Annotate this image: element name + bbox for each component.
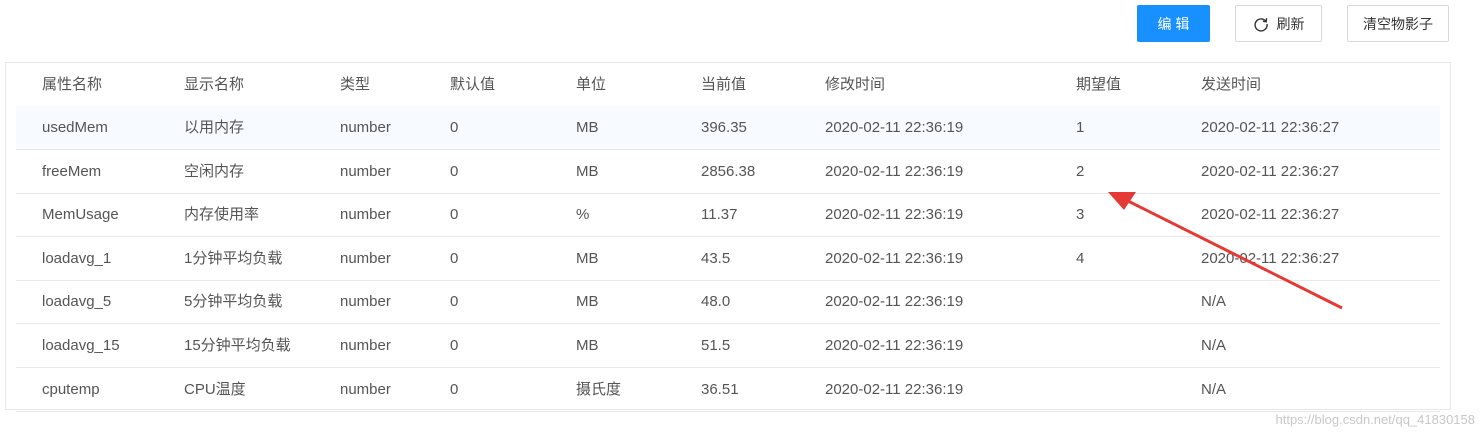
- cell-send-time: 2020-02-11 22:36:27: [1201, 206, 1340, 224]
- cell-send-time: N/A: [1201, 337, 1227, 354]
- watermark-text: https://blog.csdn.net/qq_41830158: [1275, 412, 1476, 427]
- header-unit: 单位: [576, 76, 607, 93]
- header-expected-value: 期望值: [1076, 76, 1122, 93]
- cell-default-value: 0: [450, 337, 459, 354]
- header-type: 类型: [340, 76, 371, 93]
- cell-property-name: loadavg_1: [42, 249, 112, 267]
- refresh-icon: [1253, 17, 1268, 32]
- table-row[interactable]: loadavg_15 15分钟平均负载 number 0 MB 51.5 2020-02-1…: [16, 324, 1440, 368]
- cell-expected-value: 2: [1076, 162, 1085, 180]
- property-table: 属性名称 显示名称 类型 默认值 单位 当前值 修改时间 期望值 发送时间 us…: [5, 62, 1451, 412]
- cell-unit: MB: [576, 337, 599, 354]
- cell-send-time: 2020-02-11 22:36:27: [1201, 249, 1340, 267]
- cell-current-value: 396.35: [701, 119, 747, 136]
- cell-type: number: [340, 337, 391, 354]
- cell-current-value: 2856.38: [701, 162, 756, 180]
- edit-button[interactable]: 编 辑: [1137, 5, 1210, 42]
- cell-current-value: 43.5: [701, 249, 731, 267]
- header-default-value: 默认值: [450, 76, 496, 93]
- cell-default-value: 0: [450, 380, 459, 398]
- header-send-time: 发送时间: [1201, 76, 1262, 93]
- cell-unit: %: [576, 206, 590, 224]
- cell-property-name: cputemp: [42, 380, 100, 398]
- cell-type: number: [340, 119, 391, 136]
- cell-modified-time: 2020-02-11 22:36:19: [825, 119, 964, 136]
- cell-display-name: 空闲内存: [184, 162, 245, 180]
- table-row[interactable]: cputemp CPU温度 number 0 摄氏度 36.51 2020-02-11 22…: [16, 368, 1440, 412]
- cell-send-time: 2020-02-11 22:36:27: [1201, 162, 1340, 180]
- cell-display-name: 15分钟平均负载: [184, 337, 291, 354]
- cell-expected-value: 3: [1076, 206, 1085, 224]
- header-display-name: 显示名称: [184, 76, 245, 93]
- cell-property-name: usedMem: [42, 119, 108, 136]
- cell-property-name: freeMem: [42, 162, 102, 180]
- cell-modified-time: 2020-02-11 22:36:19: [825, 380, 964, 398]
- cell-unit: MB: [576, 119, 599, 136]
- cell-type: number: [340, 293, 391, 311]
- header-property-name: 属性名称: [42, 76, 103, 93]
- table-row[interactable]: usedMem 以用内存 number 0 MB 396.35 2020-02-11 22:…: [16, 106, 1440, 150]
- cell-property-name: loadavg_5: [42, 293, 112, 311]
- cell-display-name: 5分钟平均负载: [184, 293, 283, 311]
- table-row[interactable]: loadavg_1 1分钟平均负载 number 0 MB 43.5 2020-02-11 …: [16, 237, 1440, 281]
- cell-send-time: N/A: [1201, 293, 1227, 311]
- clear-shadow-button-label: 清空物影子: [1363, 15, 1433, 32]
- cell-send-time: N/A: [1201, 380, 1227, 398]
- cell-current-value: 48.0: [701, 293, 731, 311]
- cell-display-name: 内存使用率: [184, 206, 260, 224]
- table-row[interactable]: freeMem 空闲内存 number 0 MB 2856.38 2020-02-11 22…: [16, 150, 1440, 194]
- cell-modified-time: 2020-02-11 22:36:19: [825, 162, 964, 180]
- cell-type: number: [340, 206, 391, 224]
- cell-display-name: 以用内存: [184, 119, 245, 136]
- cell-unit: MB: [576, 162, 599, 180]
- refresh-button-label: 刷新: [1276, 15, 1305, 32]
- cell-default-value: 0: [450, 293, 459, 311]
- cell-type: number: [340, 249, 391, 267]
- cell-display-name: CPU温度: [184, 380, 246, 398]
- cell-current-value: 11.37: [701, 206, 738, 224]
- cell-display-name: 1分钟平均负载: [184, 249, 283, 267]
- table-header: 属性名称 显示名称 类型 默认值 单位 当前值 修改时间 期望值 发送时间: [16, 63, 1440, 107]
- cell-modified-time: 2020-02-11 22:36:19: [825, 293, 964, 311]
- cell-default-value: 0: [450, 206, 459, 224]
- cell-current-value: 36.51: [701, 380, 739, 398]
- cell-default-value: 0: [450, 249, 459, 267]
- cell-type: number: [340, 162, 391, 180]
- cell-unit: 摄氏度: [576, 380, 622, 398]
- header-current-value: 当前值: [701, 76, 747, 93]
- cell-expected-value: 4: [1076, 249, 1085, 267]
- header-modified-time: 修改时间: [825, 76, 886, 93]
- table-row[interactable]: loadavg_5 5分钟平均负载 number 0 MB 48.0 2020-02-11 …: [16, 280, 1440, 325]
- cell-property-name: loadavg_15: [42, 337, 120, 354]
- cell-expected-value: 1: [1076, 119, 1085, 136]
- cell-modified-time: 2020-02-11 22:36:19: [825, 206, 964, 224]
- cell-default-value: 0: [450, 119, 459, 136]
- cell-default-value: 0: [450, 162, 459, 180]
- table-row[interactable]: MemUsage 内存使用率 number 0% 11.37 2020-02-11 22:…: [16, 193, 1440, 238]
- clear-shadow-button[interactable]: 清空物影子: [1347, 5, 1449, 42]
- cell-property-name: MemUsage: [42, 206, 119, 224]
- cell-unit: MB: [576, 249, 599, 267]
- cell-modified-time: 2020-02-11 22:36:19: [825, 337, 964, 354]
- edit-button-label: 编 辑: [1157, 15, 1190, 32]
- cell-unit: MB: [576, 293, 599, 311]
- cell-send-time: 2020-02-11 22:36:27: [1201, 119, 1340, 136]
- cell-modified-time: 2020-02-11 22:36:19: [825, 249, 964, 267]
- cell-current-value: 51.5: [701, 337, 731, 354]
- cell-type: number: [340, 380, 391, 398]
- refresh-button[interactable]: 刷新: [1235, 5, 1322, 42]
